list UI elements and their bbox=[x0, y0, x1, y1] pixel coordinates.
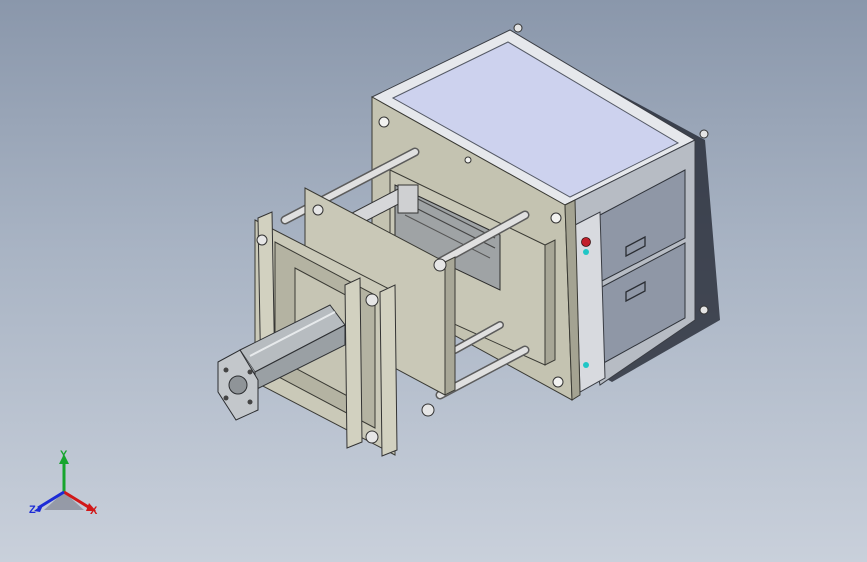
front-right-bar bbox=[379, 284, 398, 457]
x-axis-label: X bbox=[90, 505, 98, 517]
right-vertical-bar bbox=[344, 277, 363, 449]
cyan-indicator-icon bbox=[583, 362, 589, 368]
bolt-icon bbox=[365, 293, 379, 307]
screw-icon bbox=[247, 369, 253, 375]
screw-icon bbox=[247, 399, 253, 405]
y-axis-label: Y bbox=[60, 449, 68, 461]
bolt-icon bbox=[312, 204, 324, 216]
red-button-icon bbox=[581, 237, 591, 247]
bolt-icon bbox=[365, 430, 379, 444]
screw-icon bbox=[223, 367, 229, 373]
bolt-icon bbox=[256, 234, 268, 246]
z-axis-label: Z bbox=[29, 504, 36, 516]
screw-icon bbox=[513, 23, 523, 33]
cyan-indicator-icon bbox=[583, 249, 589, 255]
mount-hole-icon bbox=[552, 376, 564, 388]
mount-hole-icon bbox=[464, 156, 472, 164]
model-assembly[interactable] bbox=[0, 0, 867, 562]
cylinder-port-icon bbox=[228, 375, 248, 395]
bolt-icon bbox=[421, 403, 435, 417]
screw-icon bbox=[223, 395, 229, 401]
mount-hole-icon bbox=[550, 212, 562, 224]
mount-hole-icon bbox=[378, 116, 390, 128]
screw-icon bbox=[699, 129, 709, 139]
bolt-icon bbox=[433, 258, 447, 272]
screw-icon bbox=[699, 305, 709, 315]
cad-viewport[interactable]: Y X Z bbox=[0, 0, 867, 562]
